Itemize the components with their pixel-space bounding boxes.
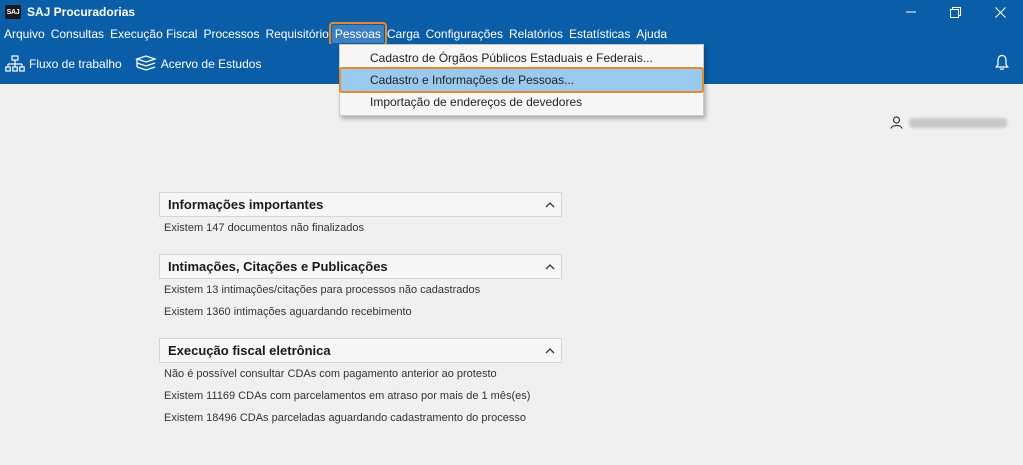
menu-carga[interactable]: Carga xyxy=(384,25,423,43)
menu-pessoas[interactable]: Pessoas xyxy=(328,22,387,46)
workflow-label: Fluxo de trabalho xyxy=(29,57,122,71)
info-line: Existem 18496 CDAs parceladas aguardando… xyxy=(164,412,526,424)
user-info[interactable] xyxy=(890,116,1007,129)
minimize-button[interactable] xyxy=(888,0,933,24)
menu-arquivo[interactable]: Arquivo xyxy=(1,25,48,43)
menu-configuracoes[interactable]: Configurações xyxy=(423,25,506,43)
app-logo-icon: SAJ xyxy=(5,5,21,19)
panel-informacoes-importantes: Informações importantes Existem 147 docu… xyxy=(159,192,562,239)
panel-header[interactable]: Intimações, Citações e Publicações xyxy=(159,254,562,279)
restore-button[interactable] xyxy=(933,0,978,24)
menu-requisitorio[interactable]: Requisitório xyxy=(262,25,331,43)
panel-title: Intimações, Citações e Publicações xyxy=(168,259,388,274)
notifications-button[interactable] xyxy=(995,54,1009,74)
bell-icon xyxy=(995,54,1009,70)
workflow-button[interactable]: Fluxo de trabalho xyxy=(5,55,122,73)
chevron-up-icon[interactable] xyxy=(545,263,555,270)
window-controls xyxy=(888,0,1023,24)
menu-relatorios[interactable]: Relatórios xyxy=(506,25,566,43)
studies-label: Acervo de Estudos xyxy=(160,57,262,71)
user-icon xyxy=(890,116,903,129)
workflow-icon xyxy=(5,55,25,72)
user-name-redacted xyxy=(909,117,1007,128)
menu-processos[interactable]: Processos xyxy=(200,25,262,43)
panel-title: Informações importantes xyxy=(168,197,324,212)
pessoas-dropdown-menu: Cadastro de Órgãos Públicos Estaduais e … xyxy=(339,44,704,116)
panel-execucao-fiscal-eletronica: Execução fiscal eletrônica Não é possíve… xyxy=(159,338,562,429)
minimize-icon xyxy=(905,11,916,13)
menu-item-cadastro-pessoas[interactable]: Cadastro e Informações de Pessoas... xyxy=(339,67,704,93)
chevron-up-icon[interactable] xyxy=(545,201,555,208)
window-title: SAJ Procuradorias xyxy=(27,5,136,19)
books-stack-icon xyxy=(134,55,157,71)
menu-estatisticas[interactable]: Estatísticas xyxy=(566,25,633,43)
chevron-up-icon[interactable] xyxy=(545,347,555,354)
menu-item-cadastro-orgaos[interactable]: Cadastro de Órgãos Públicos Estaduais e … xyxy=(340,47,703,69)
close-button[interactable] xyxy=(978,0,1023,24)
menu-item-importacao-enderecos[interactable]: Importação de endereços de devedores xyxy=(340,91,703,113)
menu-execucao-fiscal[interactable]: Execução Fiscal xyxy=(107,25,200,43)
panel-title: Execução fiscal eletrônica xyxy=(168,343,331,358)
menu-consultas[interactable]: Consultas xyxy=(48,25,107,43)
menu-ajuda[interactable]: Ajuda xyxy=(633,25,670,43)
info-line: Não é possível consultar CDAs com pagame… xyxy=(164,368,497,380)
info-line: Existem 11169 CDAs com parcelamentos em … xyxy=(164,390,531,402)
info-line: Existem 13 intimações/citações para proc… xyxy=(164,284,481,296)
restore-icon xyxy=(950,6,961,18)
panel-intimacoes: Intimações, Citações e Publicações Exist… xyxy=(159,254,562,323)
panel-header[interactable]: Informações importantes xyxy=(159,192,562,217)
panel-header[interactable]: Execução fiscal eletrônica xyxy=(159,338,562,363)
info-line: Existem 147 documentos não finalizados xyxy=(164,222,364,234)
menu-bar: Arquivo Consultas Execução Fiscal Proces… xyxy=(0,22,1023,46)
close-icon xyxy=(995,6,1006,18)
title-bar: SAJ SAJ Procuradorias xyxy=(0,0,1023,24)
studies-button[interactable]: Acervo de Estudos xyxy=(134,55,262,73)
info-line: Existem 1360 intimações aguardando receb… xyxy=(164,306,412,318)
